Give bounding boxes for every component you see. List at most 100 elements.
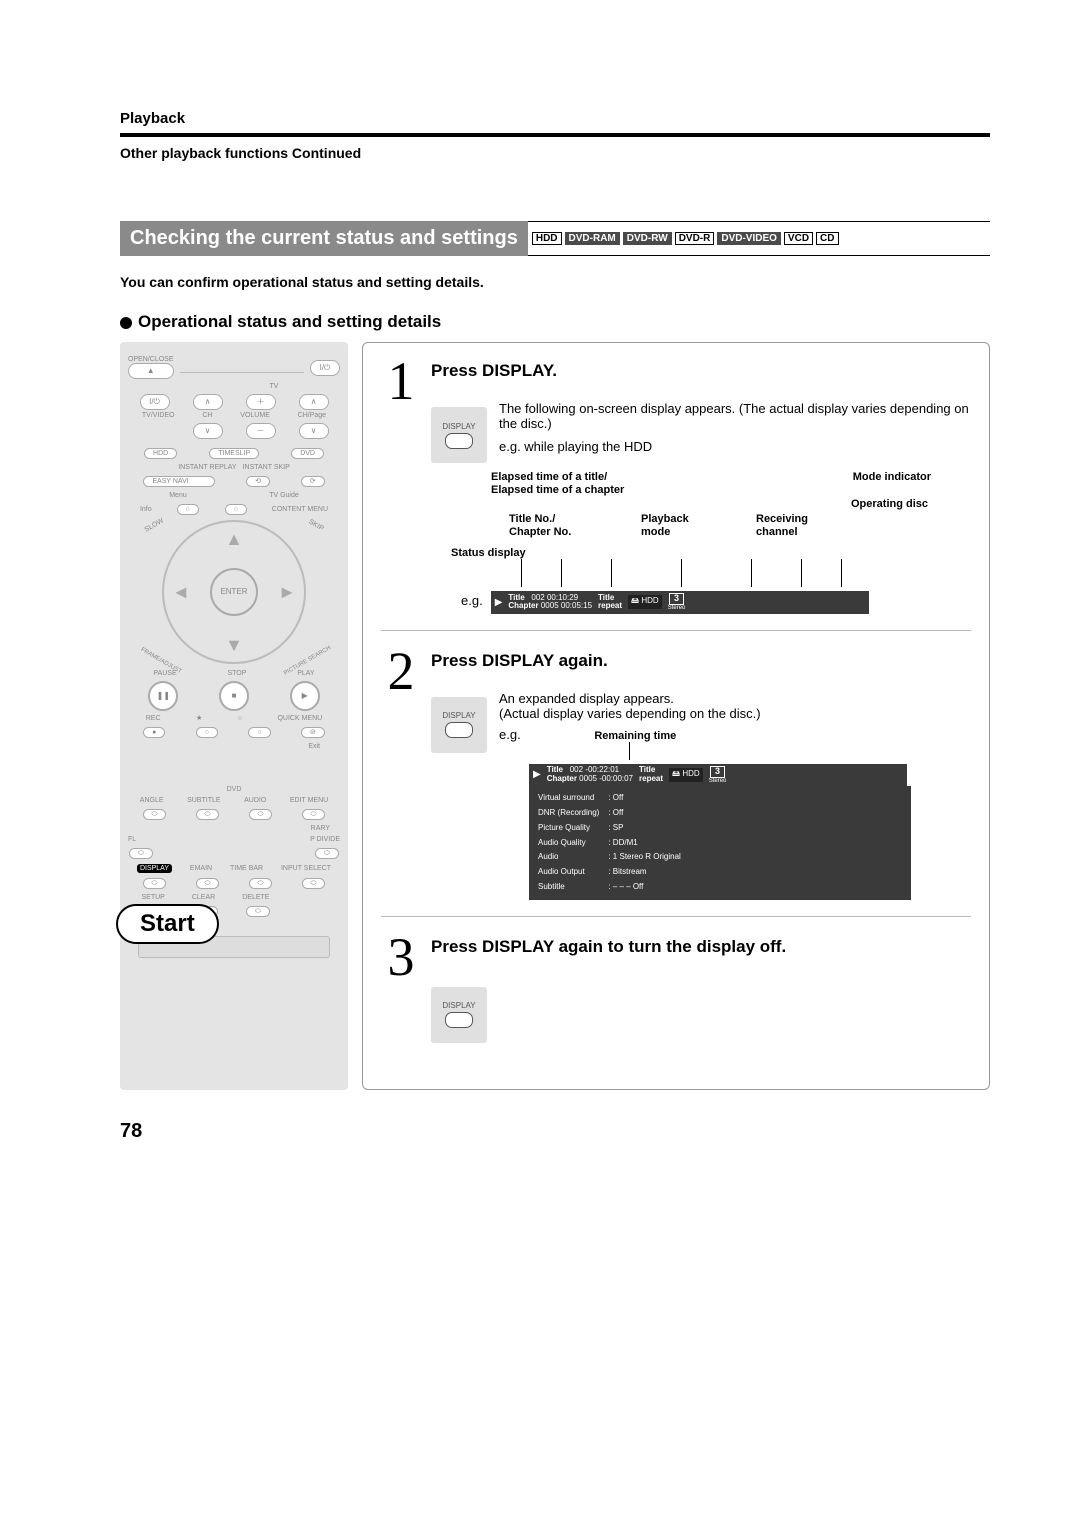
play-icon: ▶ (495, 597, 503, 608)
quick-menu-label: QUICK MENU (277, 715, 322, 722)
setup-label: SETUP (142, 894, 165, 901)
subsection: Other playback functions Continued (120, 145, 990, 161)
play-button[interactable]: ▶ (290, 681, 320, 711)
rec-button[interactable]: ● (143, 727, 165, 738)
step-2: 2 Press DISPLAY again. DISPLAY An expand… (381, 647, 971, 900)
pause-button[interactable]: ❚❚ (148, 681, 178, 711)
angle-button[interactable]: ⬭ (143, 809, 167, 820)
annot-title-chapter: Title No./ Chapter No. (509, 513, 641, 538)
page-title: Checking the current status and settings (120, 221, 528, 256)
easy-navi-button[interactable]: EASY NAVI (143, 476, 215, 487)
ep-r0-k: Virtual surround (537, 792, 605, 805)
eject-button[interactable]: ▲ (128, 363, 174, 379)
s1-title-lbl: Title (508, 593, 524, 602)
media-badges: HDD DVD-RAM DVD-RW DVD-R DVD-VIDEO VCD C… (528, 221, 990, 256)
ch-up-button[interactable]: ∧ (193, 394, 223, 410)
instant-replay-button[interactable]: ⟲ (246, 476, 270, 487)
display-key-2-label: DISPLAY (442, 711, 475, 720)
s1-repeat: Title repeat (598, 594, 622, 612)
step-1-num: 1 (381, 357, 421, 614)
menu-button[interactable]: ○ (177, 504, 199, 515)
edit-menu-button[interactable]: ⬭ (302, 809, 326, 820)
badge-dvd-r: DVD-R (675, 232, 715, 245)
badge-cd: CD (816, 232, 838, 245)
quick-menu-button[interactable]: ⊘ (301, 727, 325, 738)
ep-r3-v: : DD/M1 (607, 837, 686, 850)
expand-table: Virtual surround: Off DNR (Recording): O… (535, 790, 689, 896)
instant-skip-label: INSTANT SKIP (243, 464, 290, 471)
angle-label: ANGLE (140, 797, 164, 804)
tv-guide-button[interactable]: ○ (225, 504, 247, 515)
page-down-button[interactable]: ∨ (299, 423, 329, 439)
fav-button[interactable]: ○ (196, 727, 218, 738)
step-3-title: Press DISPLAY again to turn the display … (431, 937, 971, 957)
subhead-text: Operational status and setting details (138, 312, 441, 331)
annot-receiving-channel: Receiving channel (756, 513, 971, 538)
ep-r0-v: : Off (607, 792, 686, 805)
display-key-1: DISPLAY (431, 407, 487, 463)
s2-chap-time: -00:00:07 (599, 774, 633, 783)
nav-left-icon: ◄ (172, 583, 190, 601)
vol-up-button[interactable]: ＋ (246, 394, 276, 410)
chap-divide-button[interactable]: ⬭ (315, 848, 339, 859)
ep-r2-k: Picture Quality (537, 822, 605, 835)
s2-title-val: 002 (570, 765, 583, 774)
delete-label: DELETE (242, 894, 269, 901)
info-label: Info (140, 506, 152, 513)
opt-button[interactable]: ○ (248, 727, 270, 738)
subhead: Operational status and setting details (120, 312, 990, 332)
nav-up-icon: ▲ (225, 530, 243, 548)
content-menu-label: CONTENT MENU (272, 506, 328, 513)
start-callout: Start (116, 904, 219, 944)
hdd-button[interactable]: HDD (144, 448, 177, 459)
enter-button[interactable]: ENTER (210, 568, 258, 616)
tv-power-button[interactable]: I/⏻ (140, 394, 170, 410)
step-2-desc2: (Actual display varies depending on the … (499, 706, 971, 721)
dvd-button[interactable]: DVD (291, 448, 324, 459)
s2-stereo: Stereo (709, 778, 727, 785)
edit-menu-label: EDIT MENU (290, 797, 328, 804)
input-select-button[interactable]: ⬭ (302, 878, 326, 889)
s1-disc: HDD (641, 596, 658, 605)
fl-button[interactable]: ⬭ (129, 848, 153, 859)
key-icon (445, 433, 473, 449)
s1-chap-lbl: Chapter (508, 601, 538, 610)
bullet-icon (120, 317, 132, 329)
annot-elapsed-title: Elapsed time of a title/ (491, 471, 607, 483)
leader-lines-1 (501, 559, 871, 587)
instant-skip-button[interactable]: ⟳ (301, 476, 325, 487)
s1-ch: 3 (669, 593, 684, 605)
stop-button[interactable]: ■ (219, 681, 249, 711)
s1-chap-val: 0005 (541, 601, 559, 610)
badge-dvd-video: DVD-VIDEO (717, 232, 781, 245)
display-button[interactable]: ⬭ (143, 878, 167, 889)
volume-label: VOLUME (240, 412, 270, 419)
subtitle-button[interactable]: ⬭ (196, 809, 220, 820)
time-bar-button[interactable]: ⬭ (249, 878, 273, 889)
play-label: PLAY (297, 670, 314, 677)
ep-r5-v: : Bitstream (607, 866, 686, 879)
remote-control: OPEN/CLOSE ▲ I/⏻ TV I/⏻ ∧ ＋ ∧ TV/VIDEO C… (120, 342, 348, 1090)
page-number: 78 (120, 1120, 990, 1143)
tv-guide-label: TV Guide (269, 492, 299, 499)
annot-mode-indicator: Mode indicator (756, 471, 971, 496)
annot-playback-mode: Playback mode (641, 513, 756, 538)
power-button[interactable]: I/⏻ (310, 360, 340, 376)
timeslip-button[interactable]: TIMESLIP (209, 448, 259, 459)
input-select-label: INPUT SELECT (281, 865, 331, 872)
key-icon-3 (445, 1012, 473, 1028)
status-strip-2: ▶ Title 002 -00:22:01 Chapter 0005 -00:0… (529, 764, 907, 786)
badge-hdd: HDD (532, 232, 562, 245)
annot-elapsed-chapter: Elapsed time of a chapter (491, 484, 624, 496)
chap-divide-label: P DIVIDE (310, 836, 340, 843)
ep-r5-k: Audio Output (537, 866, 605, 879)
delete-button[interactable]: ⬭ (246, 906, 270, 917)
audio-button[interactable]: ⬭ (249, 809, 273, 820)
remain-button[interactable]: ⬭ (196, 878, 220, 889)
ch-down-button[interactable]: ∨ (193, 423, 223, 439)
page-up-button[interactable]: ∧ (299, 394, 329, 410)
nav-pad[interactable]: ▲ ▼ ◄ ► ENTER (162, 520, 306, 664)
vol-down-button[interactable]: － (246, 423, 276, 439)
display-key-3: DISPLAY (431, 987, 487, 1043)
ep-r6-k: Subtitle (537, 881, 605, 894)
